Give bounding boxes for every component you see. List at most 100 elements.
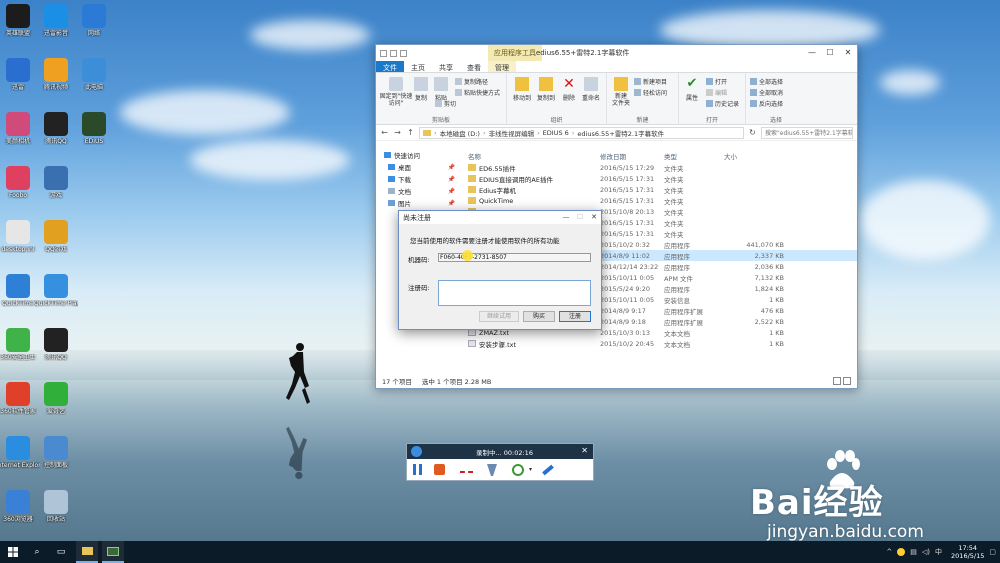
new-folder-button[interactable]: 新建 文件夹 xyxy=(610,77,632,107)
file-row[interactable]: 安装步骤.txt 2015/10/2 20:45 文本文档 1 KB xyxy=(464,338,857,349)
column-type[interactable]: 类型 xyxy=(664,151,724,161)
file-row[interactable]: Edius字幕机 2016/5/15 17:31 文件夹 xyxy=(464,184,857,195)
copy-path-button[interactable]: 复制路径 xyxy=(455,77,488,86)
edius-taskbar-icon[interactable] xyxy=(102,541,124,563)
copy-to-button[interactable]: 复制到 xyxy=(535,77,557,102)
file-row[interactable]: QuickTime 2016/5/15 17:31 文件夹 xyxy=(464,195,857,206)
refresh-icon[interactable]: ↻ xyxy=(748,128,757,137)
file-row[interactable]: EDIUS直接调用的AE插件 2016/5/15 17:31 文件夹 xyxy=(464,173,857,184)
file-explorer-taskbar-icon[interactable] xyxy=(76,541,98,563)
start-button[interactable] xyxy=(2,541,24,563)
properties-icon[interactable] xyxy=(390,49,397,57)
screen-recorder-bar[interactable]: 录制中... 00:02:16 ✕ ▾ xyxy=(406,443,594,481)
new-folder-icon[interactable] xyxy=(400,49,407,57)
column-name[interactable]: 名称 xyxy=(464,151,600,161)
move-to-button[interactable]: 移动到 xyxy=(511,77,533,102)
registration-dialog[interactable]: 尚未注册 — ☐ ✕ 您当前使用的软件需要注册才能使用软件的所有功能 机器码: … xyxy=(398,210,602,330)
nav-pictures[interactable]: 图片 📌 xyxy=(376,197,461,209)
desktop-icon[interactable]: 此电脑 xyxy=(72,58,116,91)
pencil-icon[interactable] xyxy=(542,464,554,476)
minimize-icon[interactable]: — xyxy=(559,211,573,224)
notification-icon[interactable]: ▢ xyxy=(989,548,996,556)
edit-button[interactable]: 编辑 xyxy=(706,88,727,97)
open-button[interactable]: 打开 xyxy=(706,77,727,86)
nav-desktop[interactable]: 桌面 📌 xyxy=(376,161,461,173)
buy-button[interactable]: 购买 xyxy=(523,311,555,322)
nav-quick-access[interactable]: 快速访问 xyxy=(376,149,461,161)
recorder-header[interactable]: 录制中... 00:02:16 ✕ xyxy=(407,444,593,459)
folder-icon[interactable] xyxy=(380,49,387,57)
history-button[interactable]: 历史记录 xyxy=(706,99,739,108)
explorer-titlebar[interactable]: 应用程序工具 edius6.55+雷特2.1字幕软件 — ☐ ✕ xyxy=(376,45,857,61)
tab-home[interactable]: 主页 xyxy=(404,61,432,72)
back-arrow-icon[interactable]: ← xyxy=(380,128,389,137)
up-arrow-icon[interactable]: ↑ xyxy=(406,128,415,137)
desktop-icon[interactable]: EDIUS xyxy=(72,112,116,145)
stop-icon[interactable] xyxy=(434,464,445,475)
task-view-icon[interactable]: ▭ xyxy=(50,541,72,563)
machine-code-field[interactable]: F060-40F1-2731-8507 xyxy=(438,253,591,262)
address-bar[interactable]: › 本地磁盘 (D:) › 非线性视屏编辑 › EDIUS 6 › edius6… xyxy=(419,126,744,139)
desktop-icon[interactable]: 回收站 xyxy=(34,490,78,523)
close-icon[interactable]: ✕ xyxy=(587,211,601,224)
tab-share[interactable]: 共享 xyxy=(432,61,460,72)
network-icon[interactable]: ▤ xyxy=(910,548,917,556)
invert-selection-button[interactable]: 反向选择 xyxy=(750,99,783,108)
chevron-up-icon[interactable]: ^ xyxy=(886,548,892,556)
pause-icon[interactable] xyxy=(413,464,422,475)
maximize-icon[interactable]: ☐ xyxy=(821,45,839,61)
desktop-icon[interactable]: 网络 xyxy=(72,4,116,37)
maximize-icon[interactable]: ☐ xyxy=(573,211,587,224)
properties-button[interactable]: ✔ 属性 xyxy=(682,77,702,103)
tab-manage[interactable]: 管理 xyxy=(488,61,516,72)
forward-arrow-icon[interactable]: → xyxy=(393,128,402,137)
dialog-titlebar[interactable]: 尚未注册 — ☐ ✕ xyxy=(399,211,601,224)
search-icon[interactable]: ⌕ xyxy=(26,541,48,563)
tab-view[interactable]: 查看 xyxy=(460,61,488,72)
camera-icon[interactable] xyxy=(512,464,524,476)
desktop-icon[interactable]: 游戏 xyxy=(34,166,78,199)
cut-button[interactable]: 剪切 xyxy=(435,99,456,108)
rename-button[interactable]: 重命名 xyxy=(579,77,603,102)
search-input[interactable]: 搜索"edius6.55+雷特2.1字幕软件" xyxy=(761,126,853,139)
clock[interactable]: 17:54 2016/5/15 xyxy=(951,544,984,560)
select-all-button[interactable]: 全部选择 xyxy=(750,77,783,86)
copy-button[interactable]: 复制 xyxy=(410,77,432,102)
desktop-icon[interactable]: 控制面板 xyxy=(34,436,78,469)
column-date[interactable]: 修改日期 xyxy=(600,151,664,161)
register-button[interactable]: 注册 xyxy=(559,311,591,322)
breadcrumb-item[interactable]: EDIUS 6 xyxy=(543,129,569,137)
continue-trial-button[interactable]: 继续试用 xyxy=(479,311,519,322)
close-icon[interactable]: ✕ xyxy=(839,45,857,61)
select-none-button[interactable]: 全部取消 xyxy=(750,88,783,97)
tray-app-icon[interactable] xyxy=(897,548,906,556)
column-size[interactable]: 大小 xyxy=(724,151,784,161)
registration-code-input[interactable] xyxy=(438,280,591,306)
nav-downloads[interactable]: 下载 📌 xyxy=(376,173,461,185)
breadcrumb-item[interactable]: edius6.55+雷特2.1字幕软件 xyxy=(577,128,664,138)
input-method-icon[interactable]: 中 xyxy=(935,547,942,557)
pin-quick-access-button[interactable]: 固定到"快速访问" xyxy=(378,77,414,107)
easy-access-button[interactable]: 轻松访问 xyxy=(634,88,667,97)
file-row[interactable]: ED6.55插件 2016/5/15 17:29 文件夹 xyxy=(464,162,857,173)
line-tool-icon[interactable] xyxy=(460,471,473,473)
dropdown-icon[interactable]: ▾ xyxy=(529,466,532,473)
new-item-button[interactable]: 新建项目 xyxy=(634,77,667,86)
nav-documents[interactable]: 文档 📌 xyxy=(376,185,461,197)
quick-access-toolbar[interactable] xyxy=(380,49,407,57)
large-icons-view-icon[interactable] xyxy=(843,377,851,385)
delete-button[interactable]: ✕ 删除 xyxy=(559,77,579,102)
details-view-icon[interactable] xyxy=(833,377,841,385)
pen-tool-icon[interactable] xyxy=(487,464,497,476)
tab-file[interactable]: 文件 xyxy=(376,61,404,72)
volume-icon[interactable]: ◁) xyxy=(922,548,930,556)
desktop-icon[interactable]: 腾讯QQ xyxy=(34,328,78,361)
desktop-icon[interactable]: 爱奇艺 xyxy=(34,382,78,415)
minimize-icon[interactable]: — xyxy=(803,45,821,61)
desktop-icon[interactable]: QQ游戏 xyxy=(34,220,78,253)
breadcrumb-item[interactable]: 非线性视屏编辑 xyxy=(489,128,535,138)
close-icon[interactable]: ✕ xyxy=(581,446,588,455)
breadcrumb-item[interactable]: 本地磁盘 (D:) xyxy=(440,128,480,138)
paste-shortcut-button[interactable]: 粘贴快捷方式 xyxy=(455,88,500,97)
desktop-icon[interactable]: QuickTime Player xyxy=(34,274,78,307)
